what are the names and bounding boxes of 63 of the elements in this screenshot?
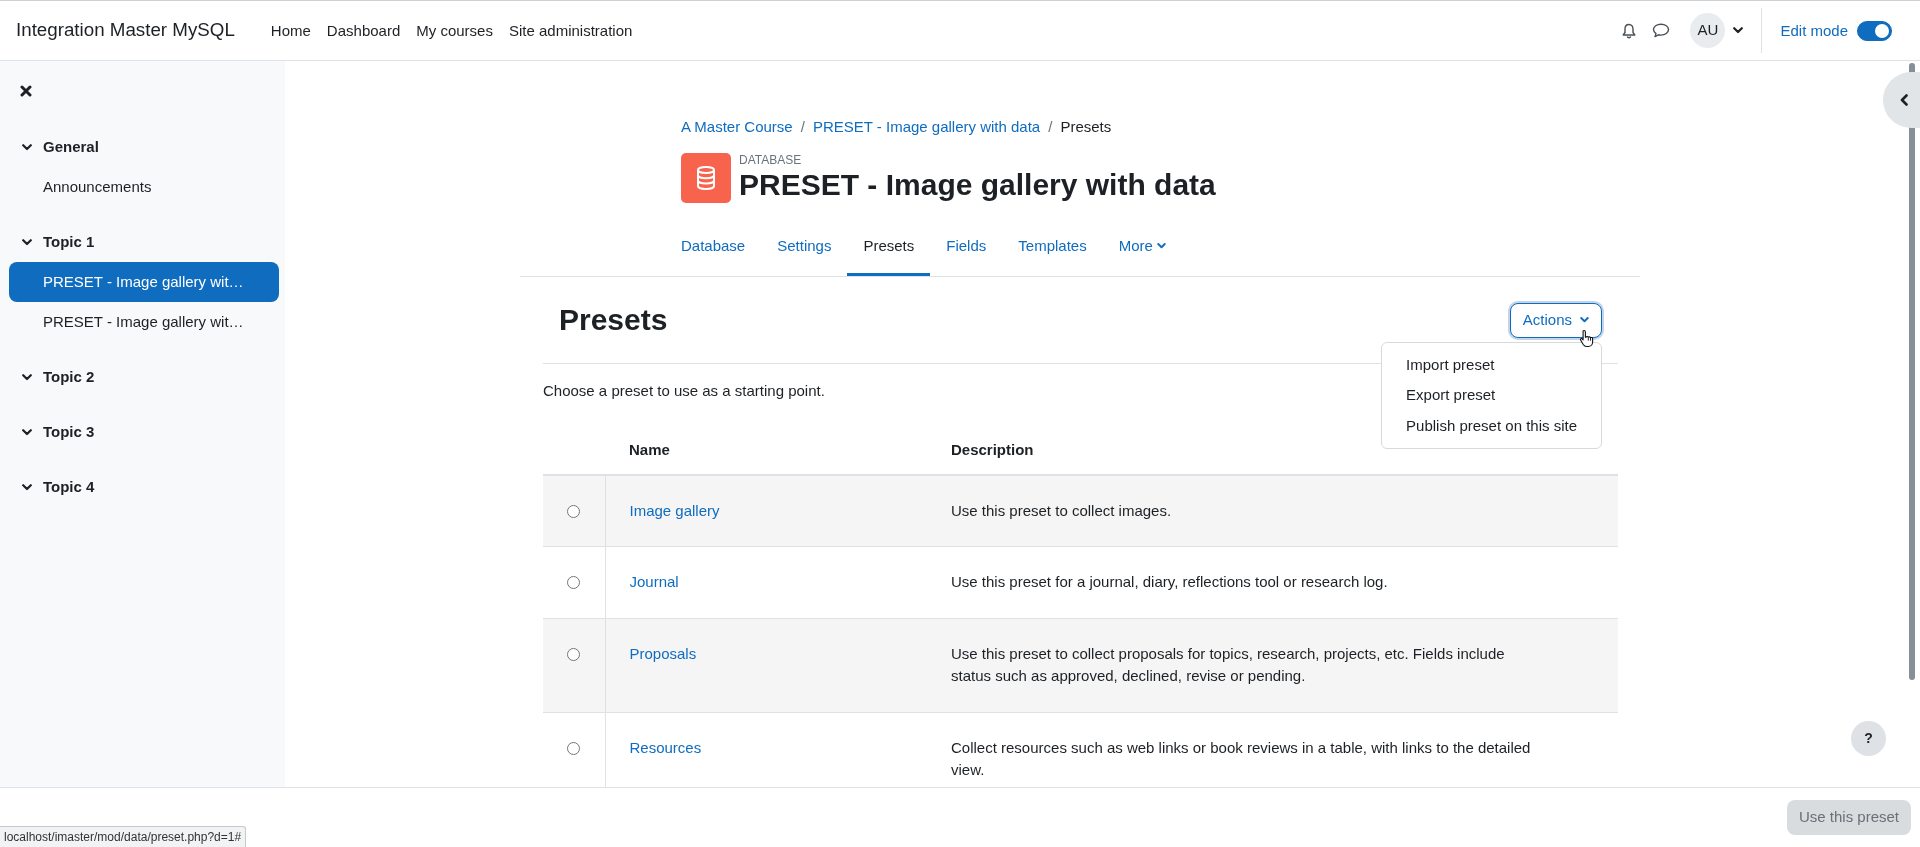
section-link[interactable]: Topic 1 [43, 231, 95, 253]
nav-link[interactable]: Site administration [500, 19, 641, 42]
section-link[interactable]: Topic 3 [43, 421, 95, 443]
course-index-item[interactable]: PRESET - Image gallery wit… [9, 262, 279, 302]
intro-text: Choose a preset to use as a starting point. [543, 381, 825, 401]
tab[interactable]: Database [665, 220, 762, 276]
section-link[interactable]: General [43, 136, 99, 158]
preset-description: Use this preset to collect proposals for topics, research, projects, etc. Fields include status such as approved, declined, revise or pending. [951, 643, 1506, 686]
nav-link[interactable]: Home [262, 19, 319, 42]
preset-description: Use this preset to collect images. [951, 500, 1172, 521]
preset-description: Use this preset for a journal, diary, reflections tool or research log. [951, 572, 1388, 592]
chevron-icon[interactable] [22, 483, 32, 491]
scrollbar-thumb[interactable] [1909, 63, 1915, 680]
drawer-toggle-button[interactable] [1883, 72, 1920, 128]
tab[interactable]: Fields [930, 220, 1003, 276]
edit-mode-label[interactable]: Edit mode [1780, 19, 1848, 42]
tab[interactable]: Settings [761, 220, 848, 276]
radio-button[interactable] [567, 576, 581, 589]
close-icon[interactable] [20, 85, 32, 97]
preset-description: Collect resources such as web links or book reviews in a table, with links to the detailed view. [951, 737, 1532, 780]
menu-item[interactable]: Publish preset on this site [1382, 410, 1601, 441]
help-button[interactable]: ? [1851, 721, 1886, 756]
menu-item[interactable]: Import preset [1382, 349, 1601, 380]
chevron-icon[interactable] [22, 238, 32, 246]
site-name[interactable]: Integration Master MySQL [16, 19, 235, 42]
radio-button[interactable] [567, 504, 581, 518]
breadcrumb-link[interactable]: A Master Course [681, 116, 793, 139]
section-link[interactable]: Topic 4 [43, 476, 95, 498]
activity-title: PRESET - Image gallery with data [739, 166, 1216, 203]
preset-name-link[interactable]: Proposals [629, 644, 697, 662]
chevron-icon[interactable] [22, 428, 32, 436]
actions-button[interactable]: Actions [1509, 302, 1602, 338]
preset-name-link[interactable]: Journal [629, 573, 679, 590]
tab[interactable]: More [1102, 220, 1182, 276]
nav-link[interactable]: Dashboard [318, 19, 409, 42]
menu-item[interactable]: Export preset [1382, 380, 1601, 411]
tab[interactable]: Templates [1002, 220, 1103, 276]
course-index-item[interactable]: Announcements [9, 167, 279, 207]
caret-icon[interactable] [1733, 27, 1744, 34]
status-url: localhost/imaster/mod/data/preset.php?d=1# [0, 826, 247, 847]
database-icon [681, 152, 731, 203]
course-index-item[interactable]: PRESET - Image gallery wit… [9, 302, 279, 342]
breadcrumb-current: Presets [1060, 117, 1112, 137]
breadcrumb-separator: / [800, 117, 805, 137]
user-avatar[interactable]: AU [1690, 13, 1726, 48]
activity-type-label: DATABASE [739, 152, 803, 167]
tab[interactable]: Presets [847, 220, 931, 276]
bell-icon[interactable] [1622, 22, 1637, 39]
breadcrumb-separator: / [1048, 117, 1053, 137]
radio-button[interactable] [567, 647, 581, 661]
nav-link[interactable]: My courses [408, 19, 501, 42]
preset-name-link[interactable]: Image gallery [629, 501, 720, 519]
chevron-icon[interactable] [22, 373, 32, 381]
radio-button[interactable] [567, 741, 581, 755]
preset-name-link[interactable]: Resources [629, 738, 702, 756]
section-link[interactable]: Topic 2 [43, 366, 95, 388]
edit-mode-switch[interactable] [1857, 20, 1892, 41]
column-header: Name [605, 425, 927, 475]
page-heading: Presets [559, 302, 668, 338]
chat-icon[interactable] [1652, 23, 1671, 38]
breadcrumb-link[interactable]: PRESET - Image gallery with data [812, 116, 1041, 139]
chevron-left-icon[interactable] [1900, 94, 1908, 106]
chevron-icon[interactable] [22, 143, 32, 151]
